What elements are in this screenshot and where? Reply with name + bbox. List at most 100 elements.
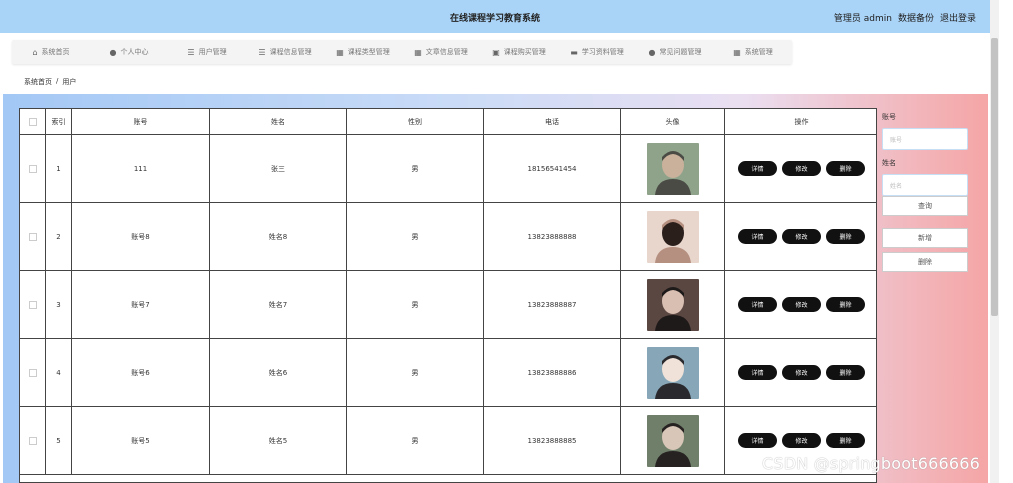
avatar — [646, 346, 699, 399]
logout-link[interactable]: 退出登录 — [940, 11, 976, 24]
avatar — [646, 278, 699, 331]
nav-item-materials[interactable]: ▬ 学习资料管理 — [558, 40, 636, 64]
breadcrumb-separator: / — [56, 77, 59, 85]
delete-button[interactable]: 删除 — [826, 365, 865, 380]
edit-button[interactable]: 修改 — [782, 229, 821, 244]
row-checkbox-cell — [20, 135, 46, 202]
nav-item-course-info[interactable]: ☰ 课程信息管理 — [246, 40, 324, 64]
table-row[interactable]: 2 账号8 姓名8 男 13823888888 详情 修改 删除 — [20, 203, 876, 271]
cell-index: 2 — [46, 203, 72, 270]
row-checkbox[interactable] — [28, 436, 37, 445]
name-label: 姓名 — [882, 159, 896, 167]
cell-index: 4 — [46, 339, 72, 406]
batch-delete-button[interactable]: 删除 — [882, 252, 968, 272]
edit-button[interactable]: 修改 — [782, 433, 821, 448]
query-button[interactable]: 查询 — [882, 196, 968, 216]
name-search-input[interactable]: 姓名 — [882, 174, 968, 196]
cell-actions: 详情 修改 删除 — [725, 203, 876, 270]
col-gender: 性别 — [347, 109, 484, 134]
cell-account: 账号8 — [72, 203, 210, 270]
cell-account: 111 — [72, 135, 210, 202]
nav-item-course-type[interactable]: ▦ 课程类型管理 — [324, 40, 402, 64]
nav-label: 个人中心 — [120, 48, 149, 56]
cell-gender: 男 — [347, 339, 484, 406]
col-index: 索引 — [46, 109, 72, 134]
row-checkbox[interactable] — [28, 300, 37, 309]
search-panel: 账号 账号 姓名 姓名 — [882, 112, 970, 204]
nav-label: 常见问题管理 — [659, 48, 702, 56]
cell-phone: 13823888886 — [484, 339, 621, 406]
cell-name: 张三 — [210, 135, 347, 202]
cell-actions: 详情 修改 删除 — [725, 339, 876, 406]
backup-link[interactable]: 数据备份 — [898, 11, 934, 24]
table-row[interactable]: 4 账号6 姓名6 男 13823888886 详情 修改 删除 — [20, 339, 876, 407]
cell-phone: 18156541454 — [484, 135, 621, 202]
nav-item-users[interactable]: ☰ 用户管理 — [168, 40, 246, 64]
cell-name: 姓名5 — [210, 407, 347, 474]
delete-button[interactable]: 删除 — [826, 229, 865, 244]
detail-button[interactable]: 详情 — [738, 433, 777, 448]
scrollbar-thumb[interactable] — [991, 38, 998, 316]
detail-button[interactable]: 详情 — [738, 229, 777, 244]
account-search-input[interactable]: 账号 — [882, 128, 968, 150]
nav-label: 用户管理 — [198, 48, 227, 56]
delete-button[interactable]: 删除 — [826, 297, 865, 312]
cell-name: 姓名6 — [210, 339, 347, 406]
delete-button[interactable]: 删除 — [826, 433, 865, 448]
user-table: 索引 账号 姓名 性别 电话 头像 操作 1 111 张三男 18156541454 详… — [19, 108, 877, 483]
detail-button[interactable]: 详情 — [738, 365, 777, 380]
cell-account: 账号6 — [72, 339, 210, 406]
avatar — [646, 414, 699, 467]
user-icon: ● — [109, 47, 117, 57]
page-scrollbar[interactable] — [990, 0, 999, 483]
col-avatar: 头像 — [621, 109, 725, 134]
row-checkbox[interactable] — [28, 368, 37, 377]
nav-label: 文章信息管理 — [425, 48, 468, 56]
row-checkbox[interactable] — [28, 164, 37, 173]
detail-button[interactable]: 详情 — [738, 161, 777, 176]
nav-label: 课程购买管理 — [503, 48, 546, 56]
breadcrumb-home[interactable]: 系统首页 — [24, 77, 52, 87]
settings-icon: ▦ — [733, 47, 741, 57]
header-checkbox-cell — [20, 109, 46, 134]
book-icon: ▣ — [492, 47, 500, 57]
detail-button[interactable]: 详情 — [738, 297, 777, 312]
table-row[interactable]: 5 账号5 姓名5 男 13823888885 详情 修改 删除 — [20, 407, 876, 475]
folder-icon: ▬ — [570, 47, 578, 57]
nav-item-home[interactable]: ⌂ 系统首页 — [12, 40, 90, 64]
col-phone: 电话 — [484, 109, 621, 134]
table-row[interactable]: 3 账号7 姓名7 男 13823888887 详情 修改 删除 — [20, 271, 876, 339]
cell-index: 1 — [46, 135, 72, 202]
edit-button[interactable]: 修改 — [782, 161, 821, 176]
edit-button[interactable]: 修改 — [782, 297, 821, 312]
nav-label: 学习资料管理 — [581, 48, 624, 56]
cell-avatar — [621, 135, 725, 202]
edit-button[interactable]: 修改 — [782, 365, 821, 380]
watermark: CSDN @springboot666666 — [762, 454, 981, 473]
cell-gender: 男 — [347, 271, 484, 338]
nav-item-articles[interactable]: ▦ 文章信息管理 — [402, 40, 480, 64]
cell-account: 账号7 — [72, 271, 210, 338]
table-row[interactable]: 1 111 张三男 18156541454 详情 修改 删除 — [20, 135, 876, 203]
question-icon: ● — [648, 47, 656, 57]
row-checkbox-cell — [20, 339, 46, 406]
table-icon: ▦ — [414, 47, 422, 57]
cell-avatar — [621, 271, 725, 338]
select-all-checkbox[interactable] — [28, 117, 37, 126]
top-bar: 在线课程学习教育系统 管理员 admin 数据备份 退出登录 — [0, 0, 990, 33]
nav-item-faq[interactable]: ● 常见问题管理 — [636, 40, 714, 64]
breadcrumb-current: 用户 — [62, 78, 77, 86]
nav-item-purchases[interactable]: ▣ 课程购买管理 — [480, 40, 558, 64]
nav-label: 课程信息管理 — [269, 48, 312, 56]
delete-button[interactable]: 删除 — [826, 161, 865, 176]
grid-icon: ▦ — [336, 47, 344, 57]
cell-actions: 详情 修改 删除 — [725, 271, 876, 338]
nav-label: 系统管理 — [744, 48, 773, 56]
nav-item-system[interactable]: ▦ 系统管理 — [714, 40, 792, 64]
main-nav: ⌂ 系统首页 ● 个人中心 ☰ 用户管理 ☰ 课程信息管理 ▦ 课程类型管理 ▦ 文章信息管… — [12, 40, 792, 64]
row-checkbox[interactable] — [28, 232, 37, 241]
cell-avatar — [621, 203, 725, 270]
cell-phone: 13823888885 — [484, 407, 621, 474]
add-button[interactable]: 新增 — [882, 228, 968, 248]
nav-item-profile[interactable]: ● 个人中心 — [90, 40, 168, 64]
